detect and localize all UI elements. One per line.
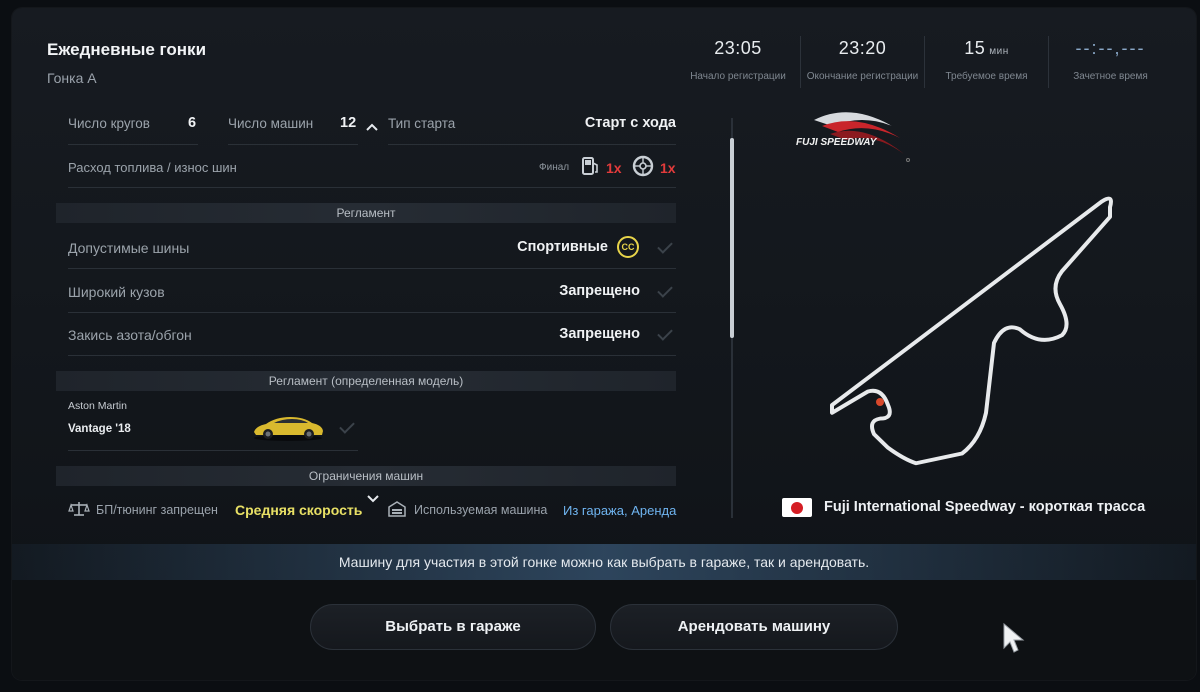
qualifying-time: --:--,--- Зачетное время [1048, 36, 1172, 88]
track-map [830, 196, 1113, 466]
track-name: Fuji International Speedway - короткая т… [824, 499, 1146, 515]
registration-start: 23:05 Начало регистрации [676, 36, 800, 88]
track-logo: FUJI SPEEDWAY [796, 112, 904, 154]
tire-multiplier: 1x [660, 160, 676, 176]
bop-value: Средняя скорость [235, 502, 363, 518]
car-image [254, 417, 323, 441]
used-car-value: Из гаража, Аренда [563, 503, 677, 518]
wear-label: Расход топлива / износ шин [68, 160, 237, 175]
info-message: Машину для участия в этой гонке можно ка… [12, 544, 1196, 580]
start-type-label: Тип старта [388, 116, 456, 131]
bop-label: БП/тюнинг запрещен [96, 503, 218, 517]
chevron-up-icon[interactable] [365, 122, 379, 132]
registration-start-label: Начало регистрации [690, 71, 786, 82]
used-car-label: Используемая машина [414, 503, 548, 517]
required-time-label: Требуемое время [945, 71, 1028, 82]
comfort-tire-badge: CC [617, 236, 639, 258]
chevron-down-icon[interactable] [366, 494, 380, 504]
tires-value: Спортивные [517, 239, 608, 255]
registration-end-value: 23:20 [838, 38, 887, 58]
nitrous-label: Закись азота/обгон [68, 327, 192, 343]
laps-value: 6 [188, 115, 197, 131]
required-time-unit: мин [989, 46, 1009, 57]
scrollbar[interactable] [730, 118, 734, 518]
registration-end-label: Окончание регистрации [806, 71, 919, 82]
garage-icon [388, 501, 406, 517]
rent-car-button[interactable]: Арендовать машину [610, 604, 898, 650]
event-panel: Ежедневные гонки Гонка А 23:05 Начало ре… [12, 8, 1196, 680]
check-icon [657, 238, 673, 254]
car-make: Aston Martin [68, 400, 127, 412]
qualifying-time-value: --:--,--- [1075, 38, 1146, 58]
schedule-times: 23:05 Начало регистрации 23:20 Окончание… [676, 36, 1172, 88]
car-model: Vantage '18 [68, 423, 131, 435]
check-icon [657, 282, 673, 298]
registration-start-value: 23:05 [714, 38, 762, 58]
balance-scale-icon [68, 502, 90, 516]
start-marker [876, 398, 884, 406]
start-type-value: Старт с хода [584, 115, 676, 131]
widebody-label: Широкий кузов [68, 284, 165, 300]
page-subtitle: Гонка А [47, 70, 97, 86]
cars-value: 12 [340, 115, 357, 131]
laps-label: Число кругов [68, 116, 150, 131]
model-regulations-header: Регламент (определенная модель) [56, 371, 676, 391]
scrollbar-thumb[interactable] [730, 138, 734, 338]
tire-icon [632, 155, 654, 177]
cars-label: Число машин [228, 116, 314, 131]
final-label: Финал [539, 162, 570, 173]
page-title: Ежедневные гонки [47, 40, 207, 59]
japan-flag-icon [782, 498, 812, 517]
required-time: 15 мин Требуемое время [924, 36, 1048, 88]
check-icon [339, 418, 355, 434]
track-logo-text: FUJI SPEEDWAY [796, 137, 878, 148]
nitrous-value: Запрещено [559, 326, 640, 342]
required-time-value: 15 [964, 38, 986, 58]
qualifying-time-label: Зачетное время [1073, 71, 1148, 82]
cursor-icon [1003, 622, 1025, 653]
action-bar: Выбрать в гараже Арендовать машину [12, 580, 1196, 680]
regulations-header: Регламент [56, 203, 676, 223]
tires-label: Допустимые шины [68, 240, 190, 256]
registration-end: 23:20 Окончание регистрации [800, 36, 924, 88]
car-limits-header: Ограничения машин [56, 466, 676, 486]
fuel-multiplier: 1x [606, 160, 622, 176]
check-icon [657, 325, 673, 341]
widebody-value: Запрещено [559, 283, 640, 299]
fuel-pump-icon [582, 157, 598, 175]
select-from-garage-button[interactable]: Выбрать в гараже [310, 604, 596, 650]
